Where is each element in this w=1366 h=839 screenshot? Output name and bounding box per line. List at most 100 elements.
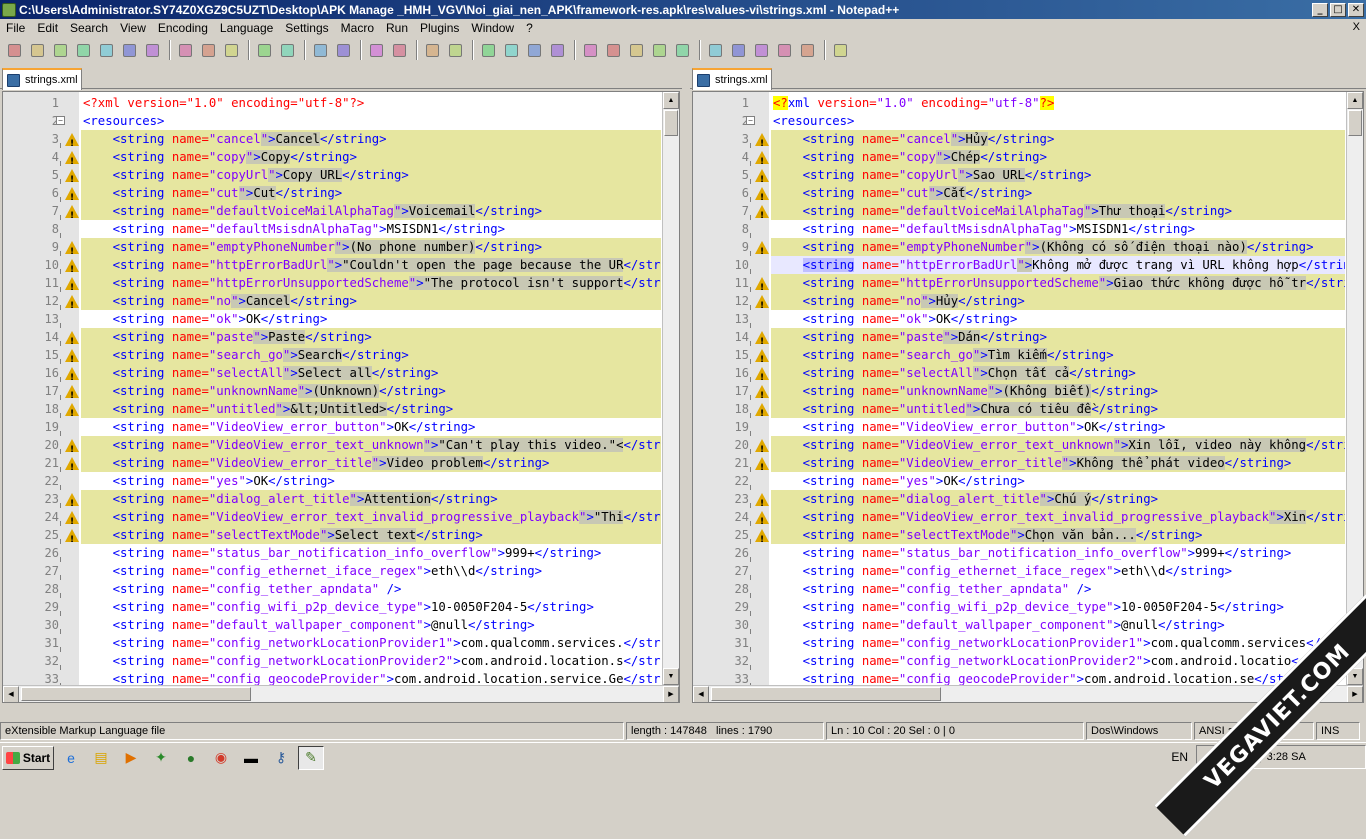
fold-minus-icon[interactable]: −	[746, 116, 755, 125]
left-vertical-scrollbar[interactable]: ▲ ▼	[662, 92, 679, 685]
code-line[interactable]: 25 <string name="selectTextMode">Select …	[3, 526, 661, 549]
save-macro-icon[interactable]	[672, 40, 692, 60]
language-indicator[interactable]: EN	[1171, 750, 1188, 764]
code-line[interactable]: 6 <string name="cut">Cắt</string>	[693, 184, 1345, 207]
save-all-icon[interactable]	[73, 40, 93, 60]
start-button[interactable]: Start	[2, 745, 54, 770]
globe-app-icon[interactable]: ●	[178, 746, 204, 770]
code-line[interactable]: 29 <string name= "config_wifi_p2p_device_…	[3, 598, 661, 616]
menu-help[interactable]: ?	[520, 21, 539, 35]
code-line[interactable]: 5 <string name="copyUrl">Copy URL</strin…	[3, 166, 661, 189]
word-wrap-icon[interactable]	[478, 40, 498, 60]
open-file-icon[interactable]	[27, 40, 47, 60]
tab-strings-xml-left[interactable]: strings.xml	[2, 68, 82, 90]
right-editor[interactable]: 1<?xml version="1.0" encoding="utf-8"?>2…	[692, 91, 1364, 703]
code-line[interactable]: 32 <string name="config_networkLocationP…	[3, 652, 661, 670]
zoom-out-icon[interactable]	[389, 40, 409, 60]
close-document-button[interactable]: X	[1353, 21, 1360, 33]
code-line[interactable]: 2− <resources>	[693, 112, 1345, 130]
code-line[interactable]: 17 <string name="unknownName">(Unknown)<…	[3, 382, 661, 405]
undo-icon[interactable]	[254, 40, 274, 60]
code-line[interactable]: 30 <string name= "default_wallpaper_compo…	[3, 616, 661, 634]
code-line[interactable]: 8 <string name="defaultMsisdnAlphaTag">M…	[693, 220, 1345, 238]
record-macro-icon[interactable]	[580, 40, 600, 60]
code-line[interactable]: 26 <string name= "status_bar_notification…	[3, 544, 661, 562]
media-player-icon[interactable]: ▶	[118, 746, 144, 770]
scroll-right-icon[interactable]: ▶	[1347, 686, 1363, 702]
code-line[interactable]: 23 <string name="dialog_alert_title">Chú…	[693, 490, 1345, 513]
maximize-button[interactable]: □	[1330, 2, 1346, 17]
code-line[interactable]: 25 <string name="selectTextMode">Chọn vă…	[693, 526, 1345, 549]
code-line[interactable]: 29 <string name= "config_wifi_p2p_device_…	[693, 598, 1345, 616]
save-icon[interactable]	[50, 40, 70, 60]
tool-app-icon[interactable]: ✦	[148, 746, 174, 770]
fold-icon[interactable]	[547, 40, 567, 60]
code-line[interactable]: 5 <string name="copyUrl">Sao URL</string…	[693, 166, 1345, 189]
menu-window[interactable]: Window	[465, 21, 520, 35]
notepadpp-taskbar-icon[interactable]: ✎	[298, 745, 324, 770]
play-macro-icon[interactable]	[626, 40, 646, 60]
code-line[interactable]: 30 <string name= "default_wallpaper_compo…	[693, 616, 1345, 634]
code-line[interactable]: 28 <string name="config_tether_apndata" …	[3, 580, 661, 598]
scroll-left-icon[interactable]: ◀	[693, 686, 709, 702]
left-horizontal-scrollbar[interactable]: ◀ ▶	[3, 685, 679, 702]
menu-language[interactable]: Language	[214, 21, 279, 35]
view-splitter[interactable]	[682, 66, 690, 720]
explorer-folder-icon[interactable]: ▤	[88, 746, 114, 770]
compare-first-icon[interactable]	[705, 40, 725, 60]
redo-icon[interactable]	[277, 40, 297, 60]
menu-plugins[interactable]: Plugins	[414, 21, 465, 35]
scroll-up-icon[interactable]: ▲	[1347, 92, 1363, 109]
stop-record-icon[interactable]	[603, 40, 623, 60]
code-line[interactable]: 20 <string name= "VideoView_error_text_un…	[693, 436, 1345, 459]
menu-edit[interactable]: Edit	[31, 21, 64, 35]
spellcheck-icon[interactable]	[830, 40, 850, 60]
new-file-icon[interactable]	[4, 40, 24, 60]
find-icon[interactable]	[310, 40, 330, 60]
code-line[interactable]: 20 <string name= "VideoView_error_text_un…	[3, 436, 661, 459]
scroll-right-icon[interactable]: ▶	[663, 686, 679, 702]
code-line[interactable]: 23 <string name="dialog_alert_title">Att…	[3, 490, 661, 513]
code-line[interactable]: 13 <string name="ok">OK</string>	[693, 310, 1345, 328]
command-prompt-icon[interactable]: ▬	[238, 746, 264, 770]
code-line[interactable]: 6 <string name="cut">Cut</string>	[3, 184, 661, 207]
print-icon[interactable]	[142, 40, 162, 60]
code-line[interactable]: 22 <string name="yes">OK</string>	[693, 472, 1345, 490]
zoom-in-icon[interactable]	[366, 40, 386, 60]
tab-strings-xml-right[interactable]: strings.xml	[692, 68, 772, 90]
compare-last-icon[interactable]	[774, 40, 794, 60]
code-line[interactable]: 11 <string name="httpErrorUnsupportedSch…	[693, 274, 1345, 297]
close-button[interactable]: ✕	[1348, 2, 1364, 17]
run-macro-multiple-icon[interactable]	[649, 40, 669, 60]
chrome-icon[interactable]: ◉	[208, 746, 234, 770]
code-line[interactable]: 3 <string name="cancel">Hủy</string>	[693, 130, 1345, 153]
code-line[interactable]: 1 <?xml version="1.0" encoding="utf-8"?>	[3, 94, 661, 112]
copy-icon[interactable]	[198, 40, 218, 60]
code-line[interactable]: 27 <string name= "config_ethernet_iface_r…	[3, 562, 661, 580]
code-line[interactable]: 18 <string name="untitled">&lt;Untitled>…	[3, 400, 661, 423]
scroll-left-icon[interactable]: ◀	[3, 686, 19, 702]
code-line[interactable]: 1 <?xml version="1.0" encoding="utf-8"?>	[693, 94, 1345, 112]
code-line[interactable]: 14 <string name="paste">Dán</string>	[693, 328, 1345, 351]
code-line[interactable]: 24 <string name="VideoView_error_text_in…	[693, 508, 1345, 531]
code-line[interactable]: 9 <string name="emptyPhoneNumber">(Không…	[693, 238, 1345, 261]
code-line[interactable]: 9 <string name="emptyPhoneNumber">(No ph…	[3, 238, 661, 261]
menu-macro[interactable]: Macro	[335, 21, 380, 35]
code-line[interactable]: 10 <string name="httpErrorBadUrl">"Could…	[3, 256, 661, 279]
code-line[interactable]: 17 <string name="unknownName">(Không biế…	[693, 382, 1345, 405]
menu-file[interactable]: File	[0, 21, 31, 35]
minimize-button[interactable]: _	[1312, 2, 1328, 17]
code-line[interactable]: 28 <string name="config_tether_apndata" …	[693, 580, 1345, 598]
scroll-thumb[interactable]	[664, 110, 678, 136]
code-line[interactable]: 8 <string name="defaultMsisdnAlphaTag">M…	[3, 220, 661, 238]
menu-run[interactable]: Run	[380, 21, 414, 35]
code-line[interactable]: 16 <string name="selectAll">Select all</…	[3, 364, 661, 387]
compare-prev-icon[interactable]	[728, 40, 748, 60]
code-line[interactable]: 22 <string name="yes">OK</string>	[3, 472, 661, 490]
close-all-icon[interactable]	[119, 40, 139, 60]
fold-minus-icon[interactable]: −	[56, 116, 65, 125]
code-line[interactable]: 18 <string name="untitled">Chưa có tiêu …	[693, 400, 1345, 423]
code-line[interactable]: 12 <string name="no">Hủy</string>	[693, 292, 1345, 315]
sync-vertical-icon[interactable]	[422, 40, 442, 60]
code-line[interactable]: 4 <string name="copy">Chép</string>	[693, 148, 1345, 171]
